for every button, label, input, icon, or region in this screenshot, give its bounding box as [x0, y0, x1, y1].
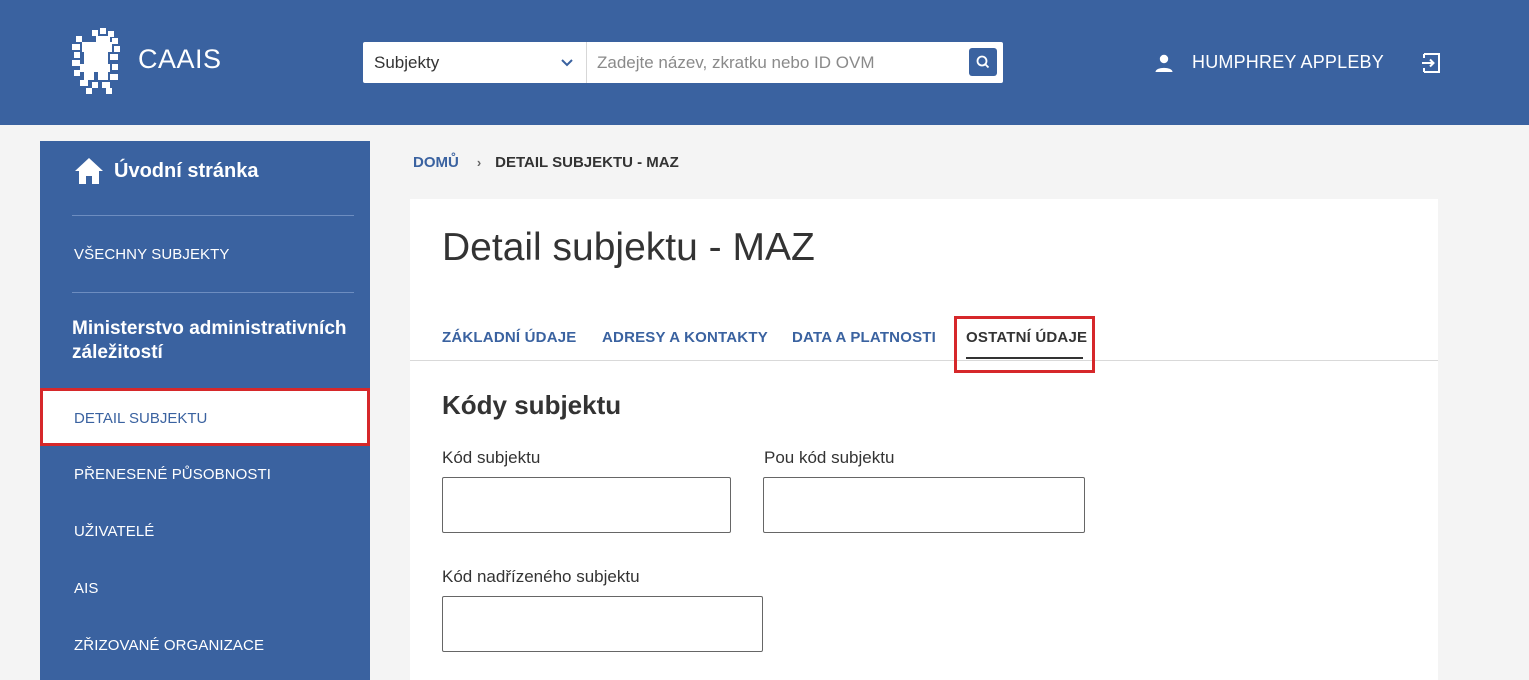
pou-kod-subjektu-label: Pou kód subjektu: [764, 448, 895, 467]
sidebar-item-ais[interactable]: AIS: [74, 580, 98, 597]
tab-adresy-a-kontakty[interactable]: ADRESY A KONTAKTY: [602, 329, 768, 346]
sidebar-item-label: DETAIL SUBJEKTU: [74, 410, 208, 427]
highlight-box: [954, 316, 1095, 373]
breadcrumb: DOMŮ › DETAIL SUBJEKTU - MAZ: [413, 154, 679, 171]
search-icon: [976, 55, 990, 69]
home-icon: [75, 158, 103, 184]
sidebar-item-all-subjects[interactable]: VŠECHNY SUBJEKTY: [74, 246, 230, 263]
search-scope-select[interactable]: Subjekty: [363, 42, 587, 83]
search-button[interactable]: [969, 48, 997, 76]
pou-kod-subjektu-field[interactable]: [763, 477, 1085, 533]
sidebar-item-zrizovane-organizace[interactable]: ZŘIZOVANÉ ORGANIZACE: [74, 637, 264, 654]
sidebar: Úvodní stránka VŠECHNY SUBJEKTY Minister…: [40, 141, 370, 680]
kod-nadrizeneho-subjektu-field[interactable]: [442, 596, 763, 652]
user-icon: [1155, 54, 1173, 72]
app-name[interactable]: CAAIS: [138, 44, 222, 75]
content-card: Detail subjektu - MAZ ZÁKLADNÍ ÚDAJE ADR…: [410, 199, 1438, 680]
user-name[interactable]: HUMPHREY APPLEBY: [1192, 52, 1384, 73]
logout-icon[interactable]: [1420, 51, 1444, 75]
sidebar-item-detail-subjektu[interactable]: DETAIL SUBJEKTU: [40, 388, 370, 446]
chevron-down-icon: [561, 58, 573, 66]
tab-data-a-platnosti[interactable]: DATA A PLATNOSTI: [792, 329, 936, 346]
top-header: CAAIS Subjekty HUMPHREY APPLEBY: [0, 0, 1529, 125]
sidebar-org-title: Ministerstvo administrativních záležitos…: [72, 318, 347, 363]
kod-nadrizeneho-subjektu-label: Kód nadřízeného subjektu: [442, 567, 640, 586]
breadcrumb-current: DETAIL SUBJEKTU - MAZ: [495, 154, 679, 171]
search-bar: Subjekty: [363, 42, 1003, 83]
search-input[interactable]: [587, 42, 969, 83]
sidebar-divider: [72, 292, 354, 293]
sidebar-home-label: Úvodní stránka: [114, 159, 259, 182]
section-title: Kódy subjektu: [442, 390, 622, 420]
breadcrumb-chevron-right-icon: ›: [476, 155, 482, 170]
kod-subjektu-field[interactable]: [442, 477, 731, 533]
sidebar-home-link[interactable]: Úvodní stránka: [74, 157, 258, 185]
czech-lion-logo-icon[interactable]: [70, 28, 122, 94]
sidebar-item-prenesene-pusobnosti[interactable]: PŘENESENÉ PŮSOBNOSTI: [74, 466, 271, 483]
kod-subjektu-label: Kód subjektu: [442, 448, 541, 467]
page-title: Detail subjektu - MAZ: [442, 226, 815, 269]
sidebar-divider: [72, 215, 354, 216]
tab-zakladni-udaje[interactable]: ZÁKLADNÍ ÚDAJE: [442, 329, 576, 346]
search-scope-value: Subjekty: [374, 52, 440, 72]
sidebar-item-uzivatele[interactable]: UŽIVATELÉ: [74, 523, 154, 540]
tab-bar: ZÁKLADNÍ ÚDAJE ADRESY A KONTAKTY DATA A …: [410, 316, 1438, 373]
breadcrumb-home-link[interactable]: DOMŮ: [413, 154, 459, 171]
